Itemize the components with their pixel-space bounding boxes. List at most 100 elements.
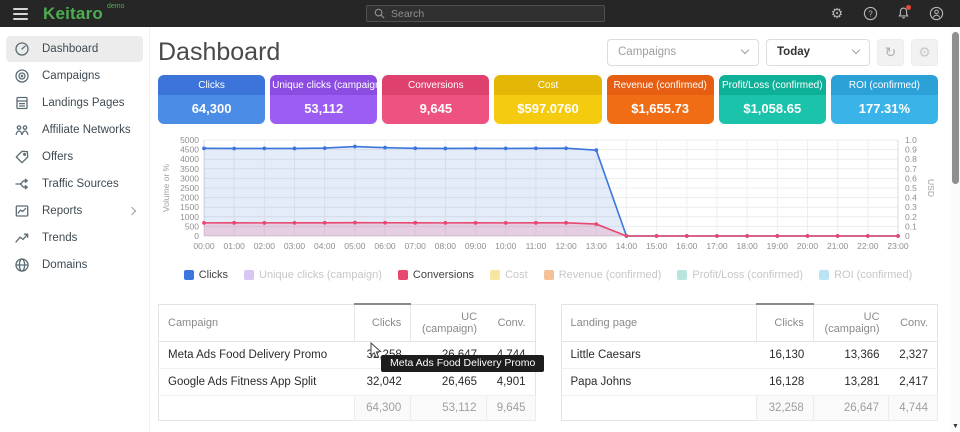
sidebar-item-dashboard[interactable]: Dashboard	[6, 36, 143, 62]
column-header-landing-page[interactable]: Landing page	[561, 304, 757, 341]
sidebar: Dashboard Campaigns Landings Pages Affiliat…	[0, 27, 150, 432]
svg-text:14:00: 14:00	[616, 241, 638, 251]
column-header-uc-campaign-[interactable]: UC (campaign)	[813, 304, 888, 341]
column-header-uc-campaign-[interactable]: UC (campaign)	[411, 304, 486, 341]
svg-text:13:00: 13:00	[586, 241, 608, 251]
sidebar-item-trends[interactable]: Trends	[6, 225, 143, 251]
metric-card-cost[interactable]: Cost$597.0760	[494, 75, 601, 124]
metric-card-profit-loss-confirmed-[interactable]: Profit/Loss (confirmed)$1,058.65	[719, 75, 826, 124]
page-header: Dashboard Campaigns Today ↻ ⚙	[158, 36, 938, 68]
refresh-button[interactable]: ↻	[877, 39, 904, 66]
svg-text:11:00: 11:00	[526, 241, 547, 251]
row-value: 32,042	[354, 368, 410, 395]
metric-card-roi-confirmed-[interactable]: ROI (confirmed)177.31%	[831, 75, 938, 124]
row-value: 4,901	[486, 368, 535, 395]
svg-text:1.0: 1.0	[905, 135, 917, 145]
table-row[interactable]: Google Ads Fitness App Split32,04226,465…	[159, 368, 536, 395]
svg-text:19:00: 19:00	[767, 241, 789, 251]
svg-text:21:00: 21:00	[827, 241, 849, 251]
column-header-clicks[interactable]: Clicks	[354, 304, 410, 341]
scrollbar-thumb[interactable]	[952, 32, 959, 184]
sidebar-item-landings-pages[interactable]: Landings Pages	[6, 90, 143, 116]
dashboard-settings-button[interactable]: ⚙	[911, 39, 938, 66]
svg-text:3500: 3500	[180, 164, 199, 174]
legend-swatch	[244, 270, 254, 280]
legend-item-roi-confirmed-[interactable]: ROI (confirmed)	[819, 269, 912, 281]
svg-text:0.2: 0.2	[905, 212, 917, 222]
total-value: 53,112	[411, 395, 486, 420]
svg-text:5000: 5000	[180, 135, 199, 145]
sidebar-item-offers[interactable]: Offers	[6, 144, 143, 170]
campaigns-icon	[14, 68, 30, 84]
svg-text:0: 0	[194, 231, 199, 241]
sidebar-item-reports[interactable]: Reports	[6, 198, 143, 224]
chart-canvas[interactable]: 0500100015002000250030003500400045005000…	[158, 132, 938, 262]
legend-label: Unique clicks (campaign)	[259, 269, 382, 281]
metric-card-value: $1,058.65	[719, 95, 826, 124]
campaigns-filter-value: Campaigns	[618, 46, 676, 58]
page-scrollbar[interactable]: ▼	[951, 27, 960, 432]
legend-item-clicks[interactable]: Clicks	[184, 269, 228, 281]
svg-text:23:00: 23:00	[887, 241, 909, 251]
table-row[interactable]: Little Caesars16,13013,3662,327	[561, 341, 938, 368]
metric-card-revenue-confirmed-[interactable]: Revenue (confirmed)$1,655.73	[607, 75, 714, 124]
dashboard-icon	[14, 41, 30, 57]
svg-text:0.3: 0.3	[905, 202, 917, 212]
sidebar-item-label: Campaigns	[42, 70, 100, 82]
legend-item-revenue-confirmed-[interactable]: Revenue (confirmed)	[544, 269, 662, 281]
date-range-value: Today	[777, 46, 810, 58]
svg-text:Volume or %: Volume or %	[161, 163, 171, 212]
column-header-conv-[interactable]: Conv.	[889, 304, 938, 341]
metric-card-label: Clicks	[158, 75, 265, 95]
metric-card-conversions[interactable]: Conversions9,645	[382, 75, 489, 124]
help-icon[interactable]: ?	[862, 6, 878, 22]
legend-swatch	[544, 270, 554, 280]
metric-card-unique-clicks-campaign-[interactable]: Unique clicks (campaign)53,112	[270, 75, 377, 124]
search-input[interactable]	[391, 8, 597, 20]
row-label: Google Ads Fitness App Split	[159, 368, 355, 395]
column-header-campaign[interactable]: Campaign	[159, 304, 355, 341]
settings-icon[interactable]: ⚙	[829, 6, 845, 22]
notification-badge	[906, 5, 911, 10]
metric-card-value: 9,645	[382, 95, 489, 124]
total-value: 9,645	[486, 395, 535, 420]
metric-card-clicks[interactable]: Clicks64,300	[158, 75, 265, 124]
landing-pages-table: Landing pageClicksUC (campaign)Conv.Litt…	[561, 303, 939, 421]
column-header-conv-[interactable]: Conv.	[486, 304, 535, 341]
notifications-icon[interactable]	[895, 6, 911, 22]
campaigns-filter-select[interactable]: Campaigns	[607, 39, 759, 66]
account-icon[interactable]	[928, 6, 944, 22]
svg-text:500: 500	[185, 221, 199, 231]
legend-item-cost[interactable]: Cost	[490, 269, 528, 281]
menu-toggle-icon[interactable]	[13, 8, 28, 20]
svg-text:1500: 1500	[180, 202, 199, 212]
sidebar-item-domains[interactable]: Domains	[6, 252, 143, 278]
metric-card-label: ROI (confirmed)	[831, 75, 938, 95]
date-range-select[interactable]: Today	[766, 39, 870, 66]
sidebar-item-traffic-sources[interactable]: Traffic Sources	[6, 171, 143, 197]
offers-icon	[14, 149, 30, 165]
metric-card-label: Conversions	[382, 75, 489, 95]
svg-text:4000: 4000	[180, 154, 199, 164]
metric-card-label: Unique clicks (campaign)	[270, 75, 377, 95]
svg-text:1000: 1000	[180, 212, 199, 222]
app-window: Keitaro demo ⚙ ? DashboardCampaignsLandi…	[0, 0, 960, 432]
legend-item-unique-clicks-campaign-[interactable]: Unique clicks (campaign)	[244, 269, 382, 281]
svg-text:01:00: 01:00	[224, 241, 246, 251]
chevron-down-icon	[741, 46, 749, 54]
sidebar-item-label: Traffic Sources	[42, 178, 119, 190]
scroll-down-arrow[interactable]: ▼	[951, 423, 960, 430]
svg-text:12:00: 12:00	[555, 241, 577, 251]
sidebar-item-campaigns[interactable]: Campaigns	[6, 63, 143, 89]
row-value: 2,327	[889, 341, 938, 368]
legend-item-conversions[interactable]: Conversions	[398, 269, 474, 281]
legend-item-profit-loss-confirmed-[interactable]: Profit/Loss (confirmed)	[677, 269, 803, 281]
table-row[interactable]: Papa Johns16,12813,2812,417	[561, 368, 938, 395]
sidebar-item-label: Affiliate Networks	[42, 124, 131, 136]
legend-swatch	[398, 270, 408, 280]
svg-text:0.5: 0.5	[905, 183, 917, 193]
global-search[interactable]	[366, 5, 605, 22]
sidebar-item-affiliate-networks[interactable]: Affiliate Networks	[6, 117, 143, 143]
column-header-clicks[interactable]: Clicks	[757, 304, 813, 341]
summary-tables: CampaignClicksUC (campaign)Conv.Meta Ads…	[158, 303, 938, 421]
